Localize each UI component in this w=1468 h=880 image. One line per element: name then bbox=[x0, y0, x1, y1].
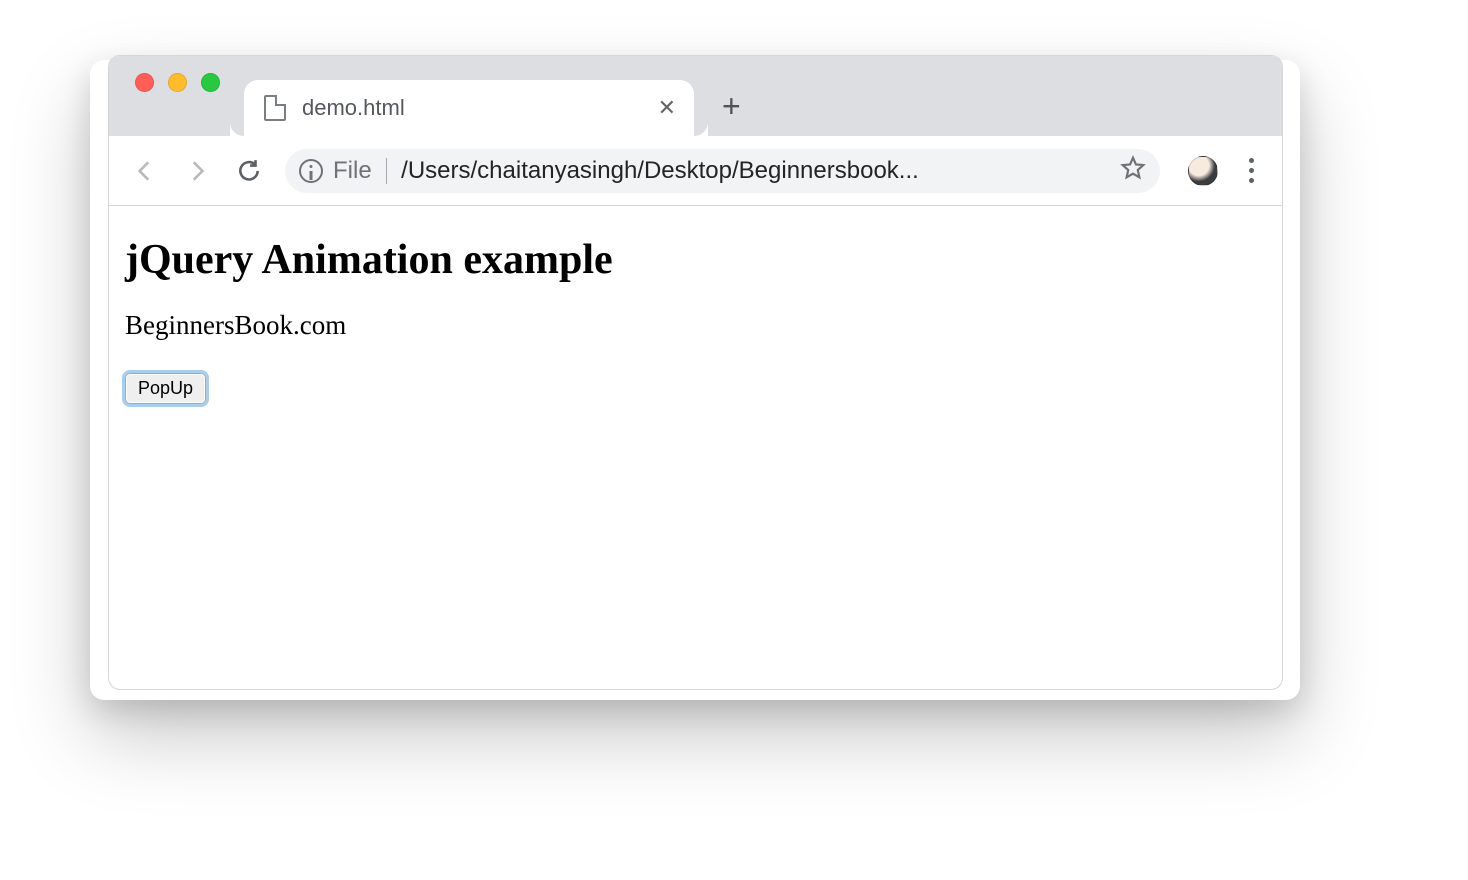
close-window-button[interactable] bbox=[135, 73, 154, 92]
menu-button[interactable] bbox=[1234, 152, 1268, 189]
kebab-dot-icon bbox=[1249, 168, 1254, 173]
kebab-dot-icon bbox=[1249, 178, 1254, 183]
profile-avatar[interactable] bbox=[1188, 156, 1218, 186]
url-path: /Users/chaitanyasingh/Desktop/Beginnersb… bbox=[401, 157, 1110, 185]
kebab-dot-icon bbox=[1249, 158, 1254, 163]
forward-button[interactable] bbox=[175, 149, 219, 193]
page-content: jQuery Animation example BeginnersBook.c… bbox=[109, 206, 1282, 418]
minimize-window-button[interactable] bbox=[168, 73, 187, 92]
reload-button[interactable] bbox=[227, 149, 271, 193]
url-separator bbox=[386, 158, 388, 184]
page-paragraph: BeginnersBook.com bbox=[125, 310, 1266, 341]
tab-strip: demo.html ✕ + bbox=[109, 56, 1282, 136]
back-button[interactable] bbox=[123, 149, 167, 193]
window-controls bbox=[125, 56, 244, 136]
site-info-icon[interactable] bbox=[299, 159, 323, 183]
arrow-right-icon bbox=[184, 158, 210, 184]
page-heading: jQuery Animation example bbox=[125, 236, 1266, 284]
arrow-left-icon bbox=[132, 158, 158, 184]
screenshot-stage: demo.html ✕ + File /Us bbox=[0, 0, 1468, 880]
star-icon bbox=[1120, 155, 1146, 181]
bookmark-button[interactable] bbox=[1120, 155, 1146, 186]
close-tab-button[interactable]: ✕ bbox=[646, 93, 676, 123]
maximize-window-button[interactable] bbox=[201, 73, 220, 92]
browser-tab[interactable]: demo.html ✕ bbox=[244, 80, 694, 136]
tab-title: demo.html bbox=[302, 95, 630, 121]
browser-window: demo.html ✕ + File /Us bbox=[108, 55, 1283, 690]
url-scheme-label: File bbox=[333, 157, 372, 185]
popup-button[interactable]: PopUp bbox=[125, 373, 206, 404]
file-icon bbox=[264, 95, 286, 121]
browser-toolbar: File /Users/chaitanyasingh/Desktop/Begin… bbox=[109, 136, 1282, 206]
reload-icon bbox=[236, 158, 262, 184]
address-bar[interactable]: File /Users/chaitanyasingh/Desktop/Begin… bbox=[285, 149, 1160, 193]
